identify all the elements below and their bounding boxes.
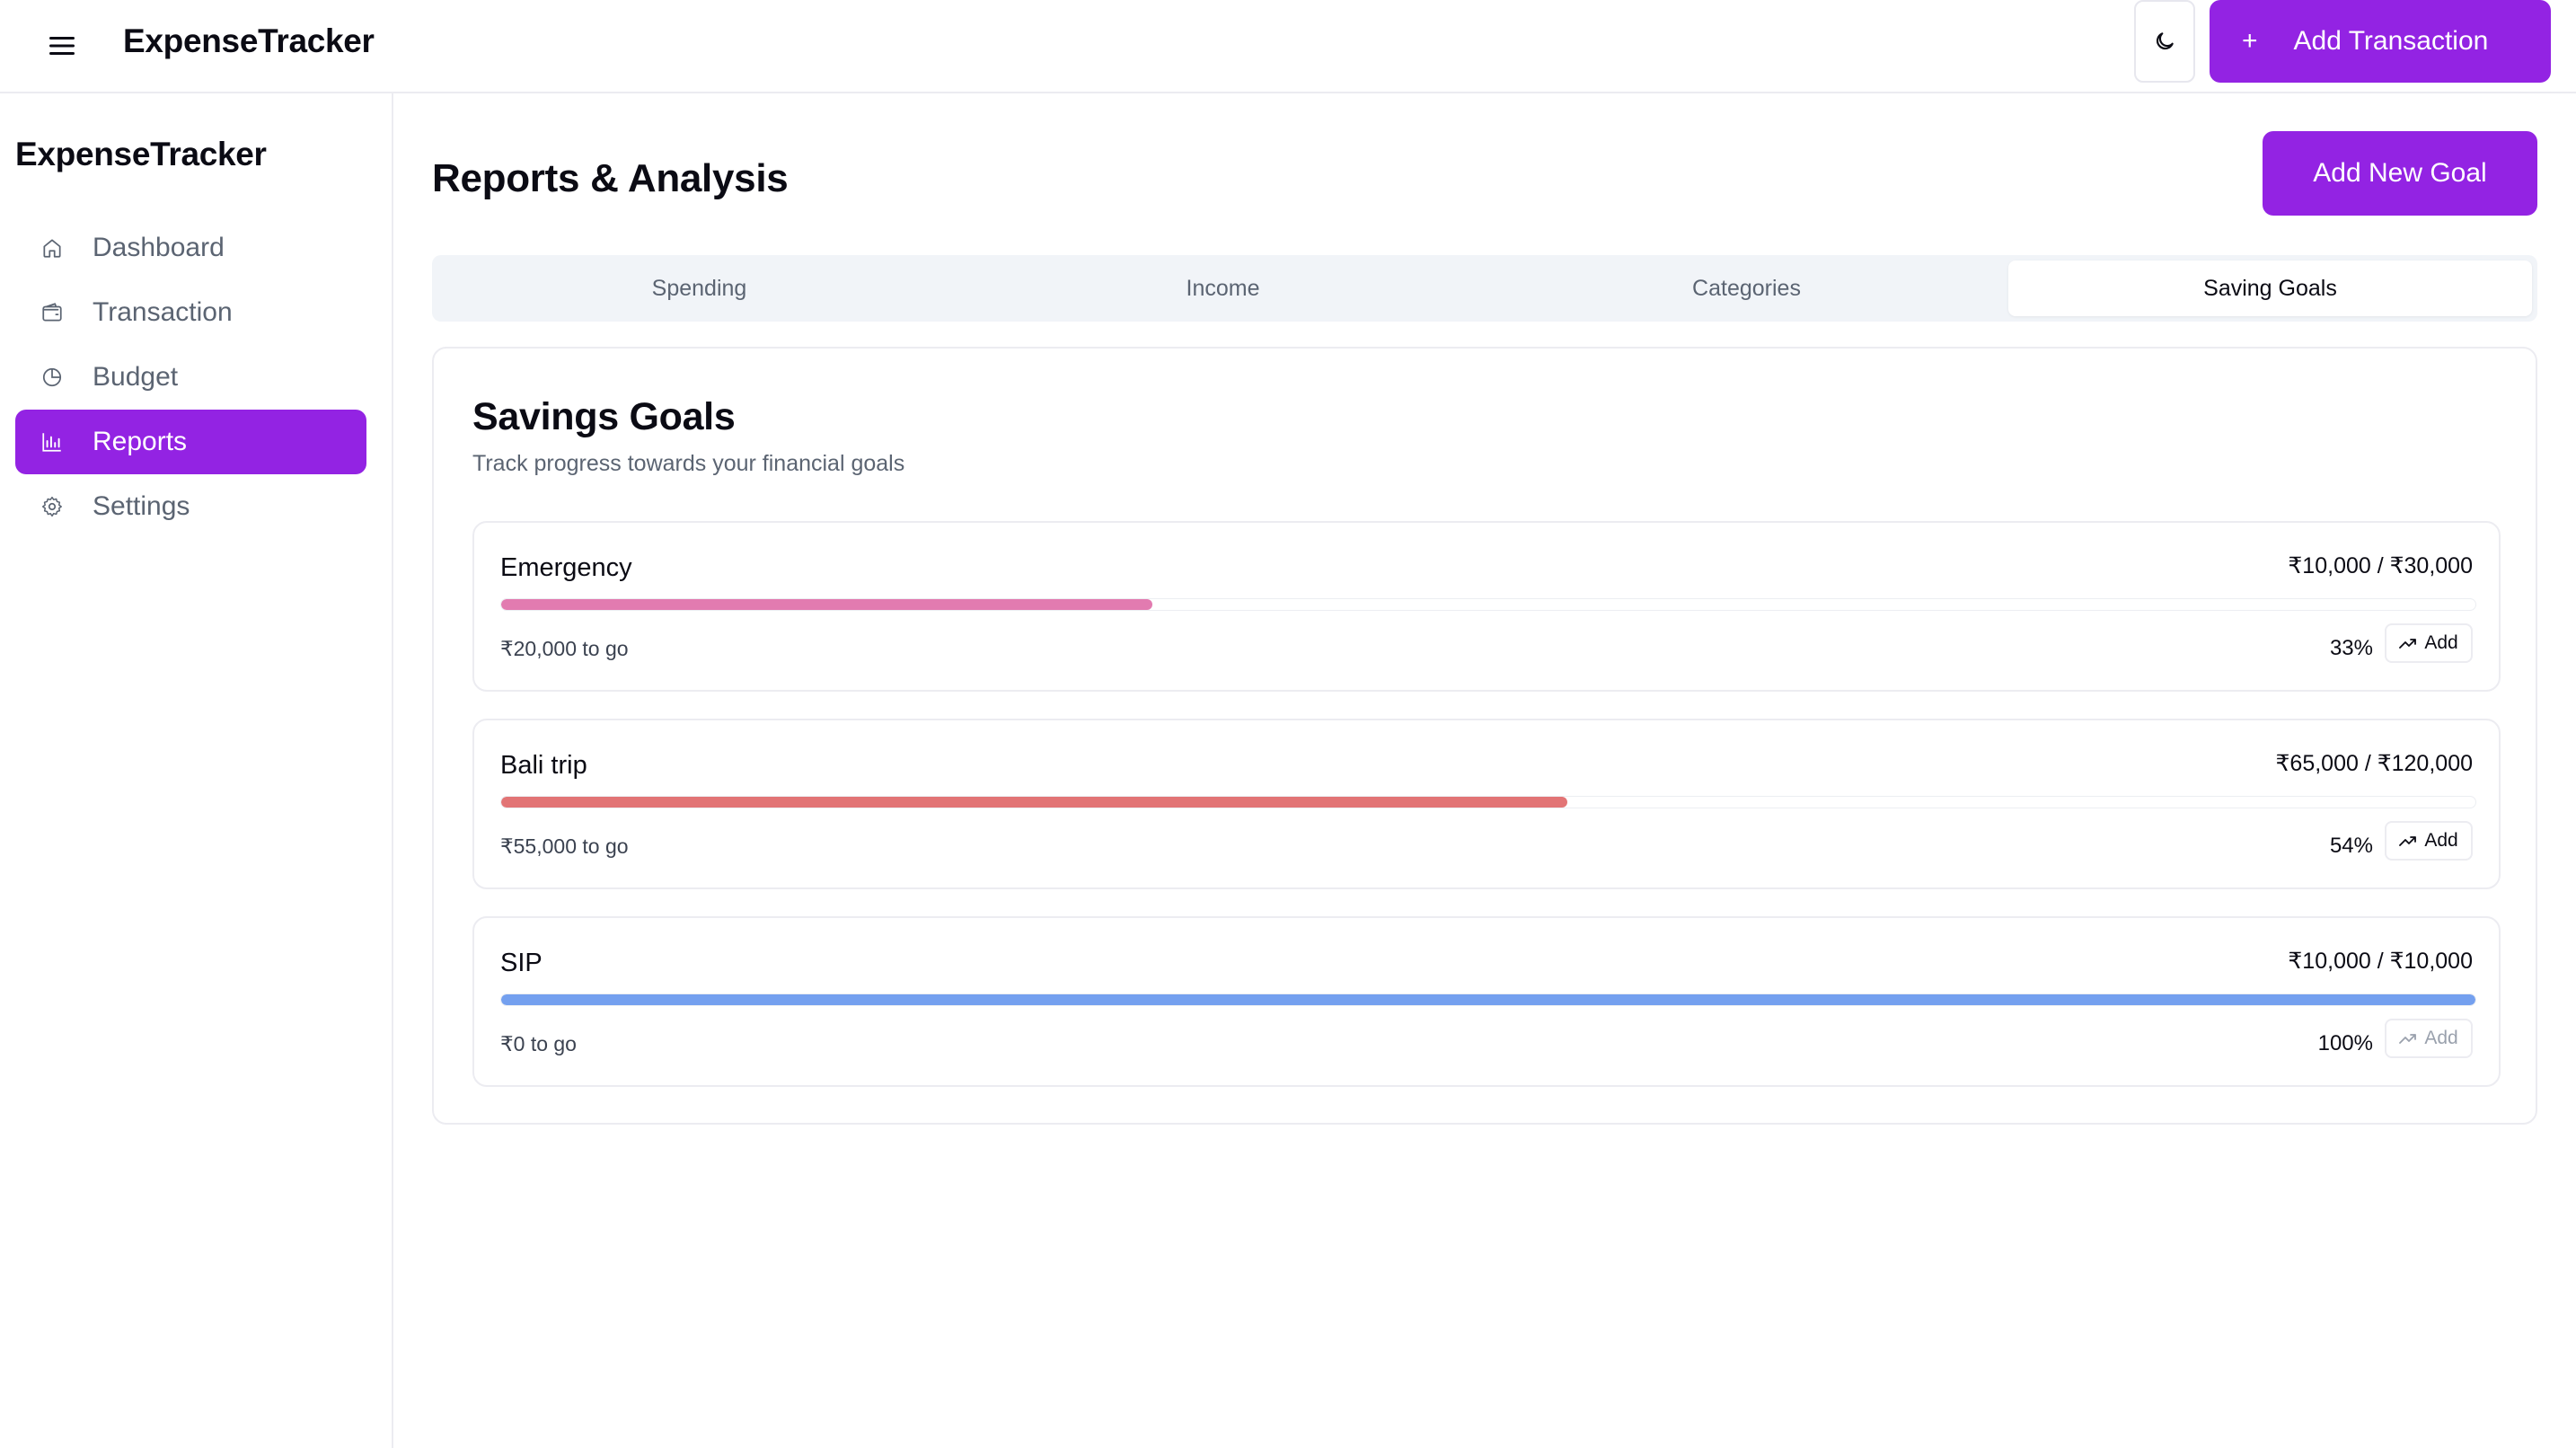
goal-add-label: Add	[2424, 632, 2458, 653]
add-transaction-label: Add Transaction	[2293, 26, 2489, 56]
goal-progress-fill	[501, 797, 1567, 808]
trending-up-icon	[2399, 834, 2417, 847]
sidebar-item-label: Transaction	[93, 297, 233, 327]
wallet-icon	[39, 299, 66, 326]
goal-add-button[interactable]: Add	[2385, 623, 2473, 663]
goal-progress-bar	[500, 993, 2476, 1006]
home-icon	[39, 234, 66, 261]
sidebar-item-label: Dashboard	[93, 233, 225, 262]
goal-add-label: Add	[2424, 830, 2458, 851]
moon-icon	[2153, 30, 2176, 53]
sidebar-item-settings[interactable]: Settings	[15, 474, 366, 539]
top-bar: ExpenseTracker + Add Transaction	[0, 0, 2576, 93]
goal-add-label: Add	[2424, 1028, 2458, 1048]
add-transaction-button[interactable]: + Add Transaction	[2210, 0, 2551, 83]
goal-item: SIP ₹10,000 / ₹10,000 ₹0 to go 100% Add	[472, 916, 2501, 1087]
goal-amount: ₹10,000 / ₹30,000	[2288, 553, 2473, 578]
theme-toggle-button[interactable]	[2134, 0, 2195, 83]
sidebar-item-label: Reports	[93, 427, 188, 456]
goal-add-button[interactable]: Add	[2385, 821, 2473, 861]
hamburger-icon[interactable]	[41, 25, 83, 66]
tab-saving-goals[interactable]: Saving Goals	[2008, 260, 2532, 316]
bar-chart-icon	[39, 428, 66, 455]
goal-progress-bar	[500, 598, 2476, 611]
trending-up-icon	[2399, 1032, 2417, 1045]
pie-chart-icon	[39, 364, 66, 391]
app-brand: ExpenseTracker	[123, 22, 375, 59]
goal-percent: 33%	[2329, 636, 2373, 660]
goal-amount: ₹10,000 / ₹10,000	[2288, 949, 2473, 974]
goal-percent: 54%	[2329, 834, 2373, 858]
sidebar-item-reports[interactable]: Reports	[15, 410, 366, 474]
goal-name: Bali trip	[500, 751, 587, 780]
sidebar-item-budget[interactable]: Budget	[15, 345, 366, 410]
goal-name: SIP	[500, 949, 543, 977]
goal-progress-fill	[501, 994, 2475, 1005]
goal-item: Bali trip ₹65,000 / ₹120,000 ₹55,000 to …	[472, 719, 2501, 889]
tab-spending[interactable]: Spending	[437, 260, 961, 316]
sidebar-item-label: Settings	[93, 491, 190, 521]
goal-remaining: ₹0 to go	[500, 1032, 577, 1055]
goal-remaining: ₹20,000 to go	[500, 637, 629, 660]
sidebar-nav: Dashboard Transaction Budget Reports Set…	[15, 216, 366, 539]
goal-percent: 100%	[2317, 1031, 2373, 1055]
tab-categories[interactable]: Categories	[1485, 260, 2008, 316]
report-tabs: Spending Income Categories Saving Goals	[432, 255, 2537, 322]
goal-amount: ₹65,000 / ₹120,000	[2275, 751, 2473, 776]
tab-income[interactable]: Income	[961, 260, 1485, 316]
sidebar-item-transaction[interactable]: Transaction	[15, 280, 366, 345]
sidebar: ExpenseTracker Dashboard Transaction Bud…	[0, 93, 393, 1448]
page-title: Reports & Analysis	[432, 156, 789, 200]
trending-up-icon	[2399, 637, 2417, 649]
plus-icon: +	[2242, 26, 2258, 56]
goal-name: Emergency	[500, 553, 632, 582]
main-content: Reports & Analysis Add New Goal Spending…	[395, 93, 2576, 1448]
sidebar-item-label: Budget	[93, 362, 179, 392]
gear-icon	[39, 493, 66, 520]
goal-item: Emergency ₹10,000 / ₹30,000 ₹20,000 to g…	[472, 521, 2501, 692]
card-subtitle: Track progress towards your financial go…	[472, 451, 905, 476]
goal-remaining: ₹55,000 to go	[500, 834, 629, 858]
goal-progress-fill	[501, 599, 1153, 610]
savings-goals-card: Savings Goals Track progress towards you…	[432, 347, 2537, 1125]
card-title: Savings Goals	[472, 395, 736, 438]
goal-progress-bar	[500, 796, 2476, 808]
goal-add-button[interactable]: Add	[2385, 1019, 2473, 1058]
sidebar-item-dashboard[interactable]: Dashboard	[15, 216, 366, 280]
add-new-goal-button[interactable]: Add New Goal	[2263, 131, 2537, 216]
sidebar-brand: ExpenseTracker	[15, 136, 267, 172]
